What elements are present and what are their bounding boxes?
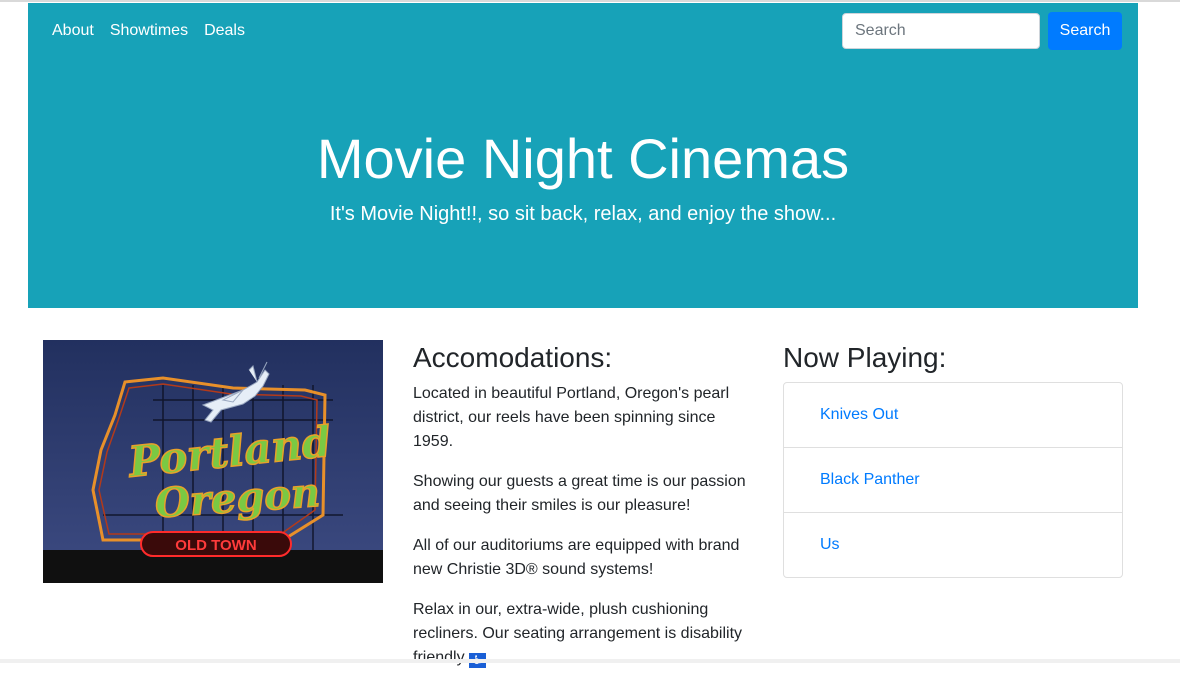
list-item: Us: [784, 513, 1122, 577]
horizontal-scrollbar[interactable]: [0, 659, 1180, 663]
portland-oregon-sign-photo: Portland Oregon OLD TOWN: [43, 340, 383, 583]
movie-link-us[interactable]: Us: [820, 536, 840, 554]
now-playing-section: Now Playing: Knives Out Black Panther Us: [783, 340, 1123, 578]
nav-deals-link[interactable]: Deals: [204, 21, 245, 41]
nav-about-link[interactable]: About: [52, 21, 94, 41]
main-nav: About Showtimes Deals: [52, 21, 245, 41]
accommodations-paragraph-4: Relax in our, extra-wide, plush cushioni…: [413, 601, 743, 666]
nav-showtimes-link[interactable]: Showtimes: [110, 21, 188, 41]
accommodations-paragraph-1: Located in beautiful Portland, Oregon's …: [413, 385, 730, 450]
search-form: Search: [842, 12, 1122, 50]
search-input[interactable]: [842, 13, 1040, 49]
accommodations-paragraph-3: All of our auditoriums are equipped with…: [413, 537, 740, 578]
sign-text-old-town: OLD TOWN: [175, 537, 256, 554]
accommodations-section: Accomodations: Located in beautiful Port…: [413, 340, 758, 686]
search-button[interactable]: Search: [1048, 12, 1122, 50]
movie-list: Knives Out Black Panther Us: [783, 382, 1123, 578]
top-border: [0, 0, 1180, 2]
now-playing-heading: Now Playing:: [783, 342, 947, 373]
page-subtitle: It's Movie Night!!, so sit back, relax, …: [329, 203, 837, 225]
page-title: Movie Night Cinemas: [316, 127, 850, 190]
accommodations-heading: Accomodations:: [413, 342, 613, 373]
list-item: Knives Out: [784, 383, 1122, 448]
accommodations-paragraph-2: Showing our guests a great time is our p…: [413, 473, 746, 514]
list-item: Black Panther: [784, 448, 1122, 513]
hero-banner: About Showtimes Deals Search Movie Night…: [28, 3, 1138, 308]
movie-link-knives-out[interactable]: Knives Out: [820, 406, 898, 424]
movie-link-black-panther[interactable]: Black Panther: [820, 471, 920, 489]
